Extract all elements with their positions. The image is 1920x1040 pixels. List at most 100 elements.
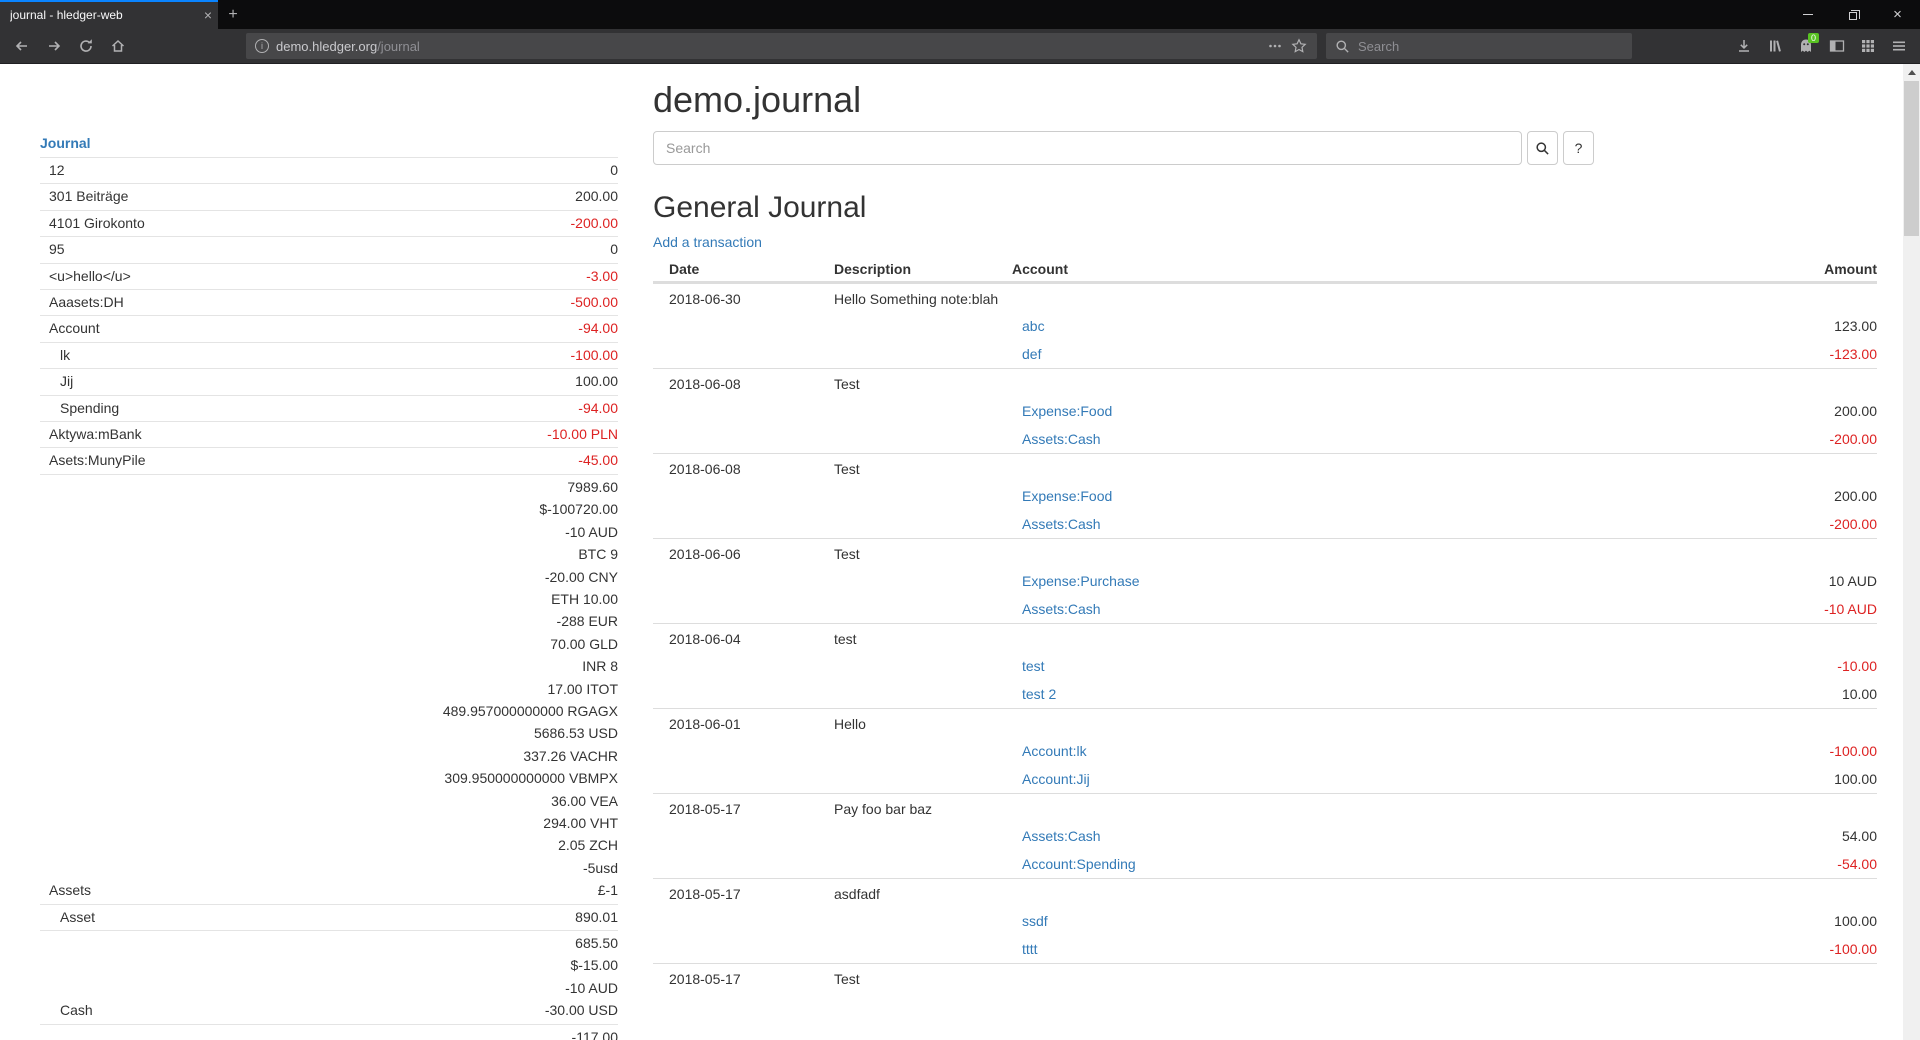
transaction-title-row[interactable]: 2018-06-08Test xyxy=(653,369,1877,397)
sidebar-account-link[interactable]: Assets xyxy=(40,879,91,901)
sidebar-account-balance: 200.00 xyxy=(575,185,618,207)
forward-button[interactable] xyxy=(39,32,69,60)
sidebar-amount: 200.00 xyxy=(575,185,618,207)
sidebar-amount: -200.00 xyxy=(571,212,618,234)
posting-account-link[interactable]: def xyxy=(1022,346,1041,362)
back-button[interactable] xyxy=(7,32,37,60)
posting-account-cell: Account:Jij xyxy=(1012,771,1677,787)
posting-account-link[interactable]: Account:Spending xyxy=(1022,856,1136,872)
transaction-title-row[interactable]: 2018-06-30Hello Something note:blah xyxy=(653,284,1877,312)
scrollbar-up-button[interactable] xyxy=(1903,64,1920,81)
apps-grid-button[interactable] xyxy=(1852,32,1883,60)
sidebar-account-row: Asets:MunyPile-45.00 xyxy=(40,447,618,473)
transaction-title-row[interactable]: 2018-06-06Test xyxy=(653,539,1877,567)
sidebar-account-link[interactable]: 12 xyxy=(40,159,65,181)
site-info-icon[interactable]: i xyxy=(255,39,269,53)
new-tab-button[interactable]: + xyxy=(218,0,248,29)
sidebar-amount: -94.00 xyxy=(578,397,618,419)
menu-button[interactable] xyxy=(1883,32,1914,60)
posting-account-link[interactable]: Assets:Cash xyxy=(1022,431,1101,447)
extension-button[interactable]: 0 xyxy=(1790,32,1821,60)
transaction-title-row[interactable]: 2018-06-01Hello xyxy=(653,709,1877,737)
journal-search-input[interactable] xyxy=(653,131,1522,165)
sidebar-amount: 0 xyxy=(610,238,618,260)
spacer-cell xyxy=(653,431,834,447)
sidebar-account-link[interactable]: lk xyxy=(40,344,70,366)
posting-account-link[interactable]: test xyxy=(1022,658,1045,674)
tab-close-icon[interactable]: × xyxy=(204,8,212,22)
scrollbar-thumb[interactable] xyxy=(1904,81,1919,236)
window-close-button[interactable]: × xyxy=(1875,0,1920,29)
spacer-cell xyxy=(1677,716,1877,732)
spacer-cell xyxy=(653,488,834,504)
sidebar-account-link[interactable]: Cash xyxy=(40,999,93,1021)
spacer-cell xyxy=(653,771,834,787)
posting-amount: -10.00 xyxy=(1677,658,1877,674)
titlebar: journal - hledger-web × + × xyxy=(0,0,1920,29)
home-button[interactable] xyxy=(103,32,133,60)
search-help-button[interactable]: ? xyxy=(1563,131,1594,165)
sidebar-account-link[interactable]: Spending xyxy=(40,397,119,419)
transaction-title-row[interactable]: 2018-05-17Test xyxy=(653,964,1877,992)
transaction-date: 2018-06-30 xyxy=(653,291,834,307)
posting-account-link[interactable]: Expense:Food xyxy=(1022,403,1112,419)
spacer-cell xyxy=(1677,886,1877,902)
sidebar-amount: 489.957000000000 RGAGX xyxy=(443,700,618,722)
posting-account-link[interactable]: ssdf xyxy=(1022,913,1048,929)
posting-account-link[interactable]: abc xyxy=(1022,318,1045,334)
sidebar-account-link[interactable]: Aaasets:DH xyxy=(40,291,124,313)
column-header-description: Description xyxy=(834,261,1012,277)
posting-account-link[interactable]: tttt xyxy=(1022,941,1038,957)
window-restore-button[interactable] xyxy=(1830,0,1875,29)
posting-account-link[interactable]: Assets:Cash xyxy=(1022,828,1101,844)
add-transaction-link[interactable]: Add a transaction xyxy=(653,233,762,251)
transaction-title-row[interactable]: 2018-05-17Pay foo bar baz xyxy=(653,794,1877,822)
browser-tab[interactable]: journal - hledger-web × xyxy=(0,0,218,29)
reload-button[interactable] xyxy=(71,32,101,60)
sidebar-account-row: <u>hello</u>-3.00 xyxy=(40,263,618,289)
sidebar-account-link[interactable]: Jij xyxy=(40,370,73,392)
journal-nav-link[interactable]: Journal xyxy=(40,134,91,152)
sidebar-account-link[interactable]: Asset xyxy=(40,906,95,928)
transaction-title-row[interactable]: 2018-06-04test xyxy=(653,624,1877,652)
sidebar-account-link[interactable]: 301 Beiträge xyxy=(40,185,128,207)
sidebar-account-link[interactable]: 95 xyxy=(40,238,65,260)
sidebar-account-link[interactable]: <u>hello</u> xyxy=(40,265,131,287)
downloads-button[interactable] xyxy=(1728,32,1759,60)
spacer-cell xyxy=(1012,376,1677,392)
sidebar-account-balance: 100.00 xyxy=(575,370,618,392)
library-button[interactable] xyxy=(1759,32,1790,60)
posting-row: Expense:Food200.00 xyxy=(653,482,1877,510)
browser-search-bar[interactable]: Search xyxy=(1326,33,1632,59)
page-actions-button[interactable] xyxy=(1263,38,1287,54)
window-minimize-button[interactable] xyxy=(1785,0,1830,29)
sidebar-account-link[interactable]: 4101 Girokonto xyxy=(40,212,145,234)
posting-account-link[interactable]: Account:lk xyxy=(1022,743,1087,759)
address-bar[interactable]: i demo.hledger.org/journal xyxy=(246,33,1317,59)
sidebar-account-balance: -500.00 xyxy=(571,291,618,313)
posting-amount: 10 AUD xyxy=(1677,573,1877,589)
sidebar-account-link[interactable]: Asets:MunyPile xyxy=(40,449,145,471)
sidebar-amount: $-15.00 xyxy=(545,954,618,976)
spacer-cell xyxy=(834,913,1012,929)
posting-account-link[interactable]: Account:Jij xyxy=(1022,771,1090,787)
posting-account-link[interactable]: test 2 xyxy=(1022,686,1056,702)
posting-account-cell: Expense:Food xyxy=(1012,488,1677,504)
posting-account-cell: Assets:Cash xyxy=(1012,601,1677,617)
sidebar-account-row: 301 Beiträge 200.00 xyxy=(40,183,618,209)
journal-search-button[interactable] xyxy=(1527,131,1558,165)
sidebar-account-link[interactable]: Account xyxy=(40,317,100,339)
transaction-title-row[interactable]: 2018-05-17asdfadf xyxy=(653,879,1877,907)
posting-account-link[interactable]: Assets:Cash xyxy=(1022,516,1101,532)
posting-account-cell: Assets:Cash xyxy=(1012,828,1677,844)
page-scrollbar[interactable] xyxy=(1903,64,1920,1040)
sidebar-account-link[interactable]: Aktywa:mBank xyxy=(40,423,142,445)
posting-account-link[interactable]: Assets:Cash xyxy=(1022,601,1101,617)
sidebar-toggle-button[interactable] xyxy=(1821,32,1852,60)
posting-row: ssdf100.00 xyxy=(653,907,1877,935)
transaction-title-row[interactable]: 2018-06-08Test xyxy=(653,454,1877,482)
posting-account-link[interactable]: Expense:Purchase xyxy=(1022,573,1140,589)
posting-account-link[interactable]: Expense:Food xyxy=(1022,488,1112,504)
bookmark-button[interactable] xyxy=(1287,38,1311,54)
accounts-sidebar: Journal 12 0 301 Beiträge 200.00 4101 Giroko… xyxy=(40,134,618,1040)
